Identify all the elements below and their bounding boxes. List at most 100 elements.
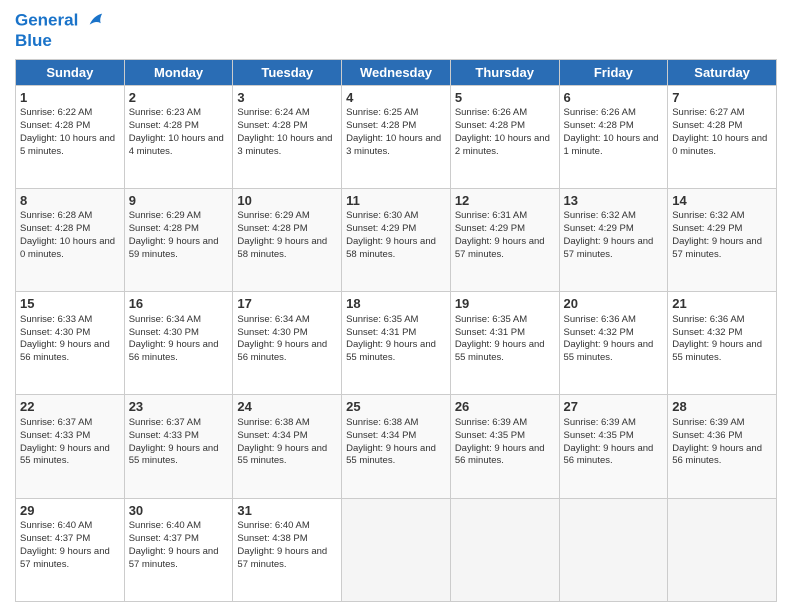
day-cell: 28Sunrise: 6:39 AMSunset: 4:36 PMDayligh… [668,395,777,498]
day-cell: 15Sunrise: 6:33 AMSunset: 4:30 PMDayligh… [16,292,125,395]
week-row: 8Sunrise: 6:28 AMSunset: 4:28 PMDaylight… [16,188,777,291]
sunset: Sunset: 4:28 PM [129,223,199,234]
day-cell: 20Sunrise: 6:36 AMSunset: 4:32 PMDayligh… [559,292,668,395]
sunset: Sunset: 4:28 PM [672,120,742,131]
day-cell: 21Sunrise: 6:36 AMSunset: 4:32 PMDayligh… [668,292,777,395]
daylight-label: Daylight: 9 hours and 57 minutes. [455,236,545,260]
sunrise: Sunrise: 6:34 AM [237,314,309,325]
day-number: 6 [564,89,664,107]
sunset: Sunset: 4:28 PM [455,120,525,131]
sunset: Sunset: 4:30 PM [129,327,199,338]
daylight-label: Daylight: 10 hours and 3 minutes. [237,133,332,157]
day-cell: 16Sunrise: 6:34 AMSunset: 4:30 PMDayligh… [124,292,233,395]
daylight-label: Daylight: 9 hours and 57 minutes. [564,236,654,260]
sunrise: Sunrise: 6:40 AM [20,520,92,531]
sunrise: Sunrise: 6:33 AM [20,314,92,325]
sunset: Sunset: 4:29 PM [455,223,525,234]
sunrise: Sunrise: 6:37 AM [20,417,92,428]
day-cell: 10Sunrise: 6:29 AMSunset: 4:28 PMDayligh… [233,188,342,291]
day-cell: 17Sunrise: 6:34 AMSunset: 4:30 PMDayligh… [233,292,342,395]
day-number: 11 [346,192,446,210]
day-number: 3 [237,89,337,107]
day-cell: 24Sunrise: 6:38 AMSunset: 4:34 PMDayligh… [233,395,342,498]
day-number: 19 [455,295,555,313]
daylight-label: Daylight: 9 hours and 56 minutes. [237,339,327,363]
sunrise: Sunrise: 6:35 AM [455,314,527,325]
day-cell [450,498,559,601]
sunrise: Sunrise: 6:32 AM [564,210,636,221]
logo-general: General [15,10,78,29]
dow-header: Friday [559,59,668,85]
sunrise: Sunrise: 6:34 AM [129,314,201,325]
daylight-label: Daylight: 9 hours and 55 minutes. [346,443,436,467]
day-number: 12 [455,192,555,210]
day-cell: 11Sunrise: 6:30 AMSunset: 4:29 PMDayligh… [342,188,451,291]
sunset: Sunset: 4:29 PM [672,223,742,234]
sunset: Sunset: 4:30 PM [20,327,90,338]
sunrise: Sunrise: 6:39 AM [455,417,527,428]
sunrise: Sunrise: 6:38 AM [346,417,418,428]
day-cell: 12Sunrise: 6:31 AM Sunset: 4:29 PM Dayligh… [450,188,559,291]
sunrise: Sunrise: 6:38 AM [237,417,309,428]
dow-header: Wednesday [342,59,451,85]
daylight-label: Daylight: 9 hours and 57 minutes. [672,236,762,260]
day-number: 30 [129,502,229,520]
daylight-label: Daylight: 9 hours and 57 minutes. [129,546,219,570]
sunrise: Sunrise: 6:32 AM [672,210,744,221]
daylight-label: Daylight: 9 hours and 57 minutes. [237,546,327,570]
day-cell [668,498,777,601]
day-number: 8 [20,192,120,210]
daylight-label: Daylight: 9 hours and 57 minutes. [20,546,110,570]
sunset: Sunset: 4:31 PM [346,327,416,338]
dow-header: Thursday [450,59,559,85]
day-number: 27 [564,398,664,416]
day-number: 7 [672,89,772,107]
sunrise: Sunrise: 6:27 AM [672,107,744,118]
daylight-label: Daylight: 9 hours and 55 minutes. [672,339,762,363]
sunset: Sunset: 4:33 PM [129,430,199,441]
sunrise: Sunrise: 6:26 AM [564,107,636,118]
week-row: 1Sunrise: 6:22 AMSunset: 4:28 PMDaylight… [16,85,777,188]
calendar-table: SundayMondayTuesdayWednesdayThursdayFrid… [15,59,777,602]
sunrise: Sunrise: 6:25 AM [346,107,418,118]
day-cell [342,498,451,601]
daylight-label: Daylight: 9 hours and 56 minutes. [455,443,545,467]
day-cell: 13Sunrise: 6:32 AMSunset: 4:29 PMDayligh… [559,188,668,291]
day-of-week-row: SundayMondayTuesdayWednesdayThursdayFrid… [16,59,777,85]
daylight-label: Daylight: 10 hours and 3 minutes. [346,133,441,157]
day-number: 31 [237,502,337,520]
sunset: Sunset: 4:37 PM [20,533,90,544]
day-cell: 5Sunrise: 6:26 AMSunset: 4:28 PMDaylight… [450,85,559,188]
sunset: Sunset: 4:36 PM [672,430,742,441]
sunset: Sunset: 4:28 PM [129,120,199,131]
sunrise: Sunrise: 6:35 AM [346,314,418,325]
sunrise: Sunrise: 6:30 AM [346,210,418,221]
sunrise: Sunrise: 6:39 AM [672,417,744,428]
sunset: Sunset: 4:31 PM [455,327,525,338]
day-cell: 4Sunrise: 6:25 AMSunset: 4:28 PMDaylight… [342,85,451,188]
sunset: Sunset: 4:28 PM [237,223,307,234]
sunset: Sunset: 4:28 PM [237,120,307,131]
dow-header: Tuesday [233,59,342,85]
day-cell: 7Sunrise: 6:27 AMSunset: 4:28 PMDaylight… [668,85,777,188]
sunrise: Sunrise: 6:36 AM [672,314,744,325]
sunrise: Sunrise: 6:23 AM [129,107,201,118]
day-cell: 23Sunrise: 6:37 AMSunset: 4:33 PMDayligh… [124,395,233,498]
dow-header: Sunday [16,59,125,85]
sunrise: Sunrise: 6:24 AM [237,107,309,118]
day-number: 18 [346,295,446,313]
logo-blue: Blue [15,32,108,51]
sunrise: Sunrise: 6:31 AM [455,210,527,221]
sunrise: Sunrise: 6:40 AM [129,520,201,531]
day-cell: 29Sunrise: 6:40 AMSunset: 4:37 PMDayligh… [16,498,125,601]
daylight-label: Daylight: 9 hours and 55 minutes. [129,443,219,467]
week-row: 22Sunrise: 6:37 AMSunset: 4:33 PMDayligh… [16,395,777,498]
daylight-label: Daylight: 9 hours and 58 minutes. [237,236,327,260]
page: General Blue SundayMondayTuesdayWednesda… [0,0,792,612]
sunset: Sunset: 4:28 PM [20,223,90,234]
sunset: Sunset: 4:32 PM [564,327,634,338]
sunrise: Sunrise: 6:22 AM [20,107,92,118]
logo-text: General [15,10,108,32]
daylight-label: Daylight: 10 hours and 0 minutes. [20,236,115,260]
day-cell: 6Sunrise: 6:26 AMSunset: 4:28 PMDaylight… [559,85,668,188]
